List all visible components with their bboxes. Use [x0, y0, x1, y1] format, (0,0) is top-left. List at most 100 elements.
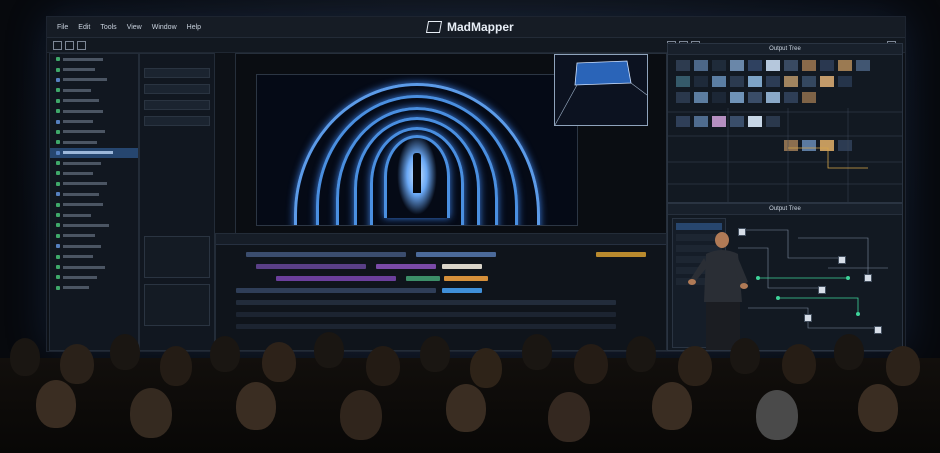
layer-icon	[56, 57, 60, 62]
tree-row[interactable]	[50, 54, 138, 64]
tree-row[interactable]	[50, 220, 138, 230]
app-title: MadMapper	[425, 20, 514, 34]
layer-icon	[56, 192, 60, 197]
app-title-text: MadMapper	[447, 20, 514, 34]
tree-row[interactable]	[50, 96, 138, 106]
preview-canvas[interactable]	[235, 53, 667, 255]
audience-head	[36, 380, 76, 428]
audience-head	[782, 344, 816, 384]
timeline-clip[interactable]	[406, 276, 440, 281]
audience-head	[886, 346, 920, 386]
audience-head	[10, 338, 40, 376]
timeline-header	[216, 234, 666, 245]
tree-row-selected[interactable]	[50, 147, 138, 158]
tool-move-icon[interactable]	[65, 41, 74, 50]
layer-icon	[56, 244, 60, 249]
menu-file[interactable]: File	[57, 24, 68, 31]
layer-icon	[56, 223, 60, 228]
tree-row[interactable]	[50, 106, 138, 116]
menu-tools[interactable]: Tools	[100, 24, 116, 31]
menu-bar: File Edit Tools View Window Help MadMapp…	[47, 17, 905, 38]
inspector-properties	[144, 236, 210, 278]
tree-row[interactable]	[50, 199, 138, 209]
layer-icon	[56, 213, 60, 218]
layer-icon	[56, 181, 60, 186]
tree-row[interactable]	[50, 127, 138, 137]
audience-head	[210, 336, 240, 372]
menu-help[interactable]: Help	[187, 24, 201, 31]
layer-icon	[56, 161, 60, 166]
graph-node[interactable]	[838, 256, 846, 264]
layer-icon	[56, 67, 60, 72]
inspector-field[interactable]	[144, 68, 210, 78]
timeline-clip[interactable]	[442, 264, 482, 269]
audience-head	[160, 346, 192, 386]
tunnel-video	[256, 74, 578, 226]
tree-row[interactable]	[50, 210, 138, 220]
tree-row[interactable]	[50, 179, 138, 189]
tree-row[interactable]	[50, 85, 138, 95]
graph-port[interactable]	[756, 276, 760, 280]
tree-row[interactable]	[50, 283, 138, 293]
graph-port[interactable]	[856, 312, 860, 316]
graph-node[interactable]	[864, 274, 872, 282]
tool-rotate-icon[interactable]	[77, 41, 86, 50]
timeline-clip[interactable]	[596, 252, 646, 257]
tree-row[interactable]	[50, 241, 138, 251]
output-panel-top: Output Tree	[667, 43, 903, 203]
tree-row[interactable]	[50, 251, 138, 261]
logo-icon	[425, 21, 443, 33]
layer-icon	[56, 202, 60, 207]
audience-head	[834, 334, 864, 370]
layer-icon	[56, 88, 60, 93]
menu-edit[interactable]: Edit	[78, 24, 90, 31]
graph-port[interactable]	[776, 296, 780, 300]
layer-icon	[56, 140, 60, 145]
layer-icon	[56, 119, 60, 124]
timeline-clip[interactable]	[376, 264, 436, 269]
graph-port[interactable]	[846, 276, 850, 280]
menu-window[interactable]: Window	[152, 24, 177, 31]
layer-icon	[56, 98, 60, 103]
timeline-clip[interactable]	[246, 252, 406, 257]
output-grid-lines	[668, 108, 902, 202]
tree-row[interactable]	[50, 75, 138, 85]
graph-node[interactable]	[818, 286, 826, 294]
timeline-clip[interactable]	[236, 288, 436, 293]
audience-head	[110, 334, 140, 370]
layer-icon	[56, 275, 60, 280]
tree-row[interactable]	[50, 158, 138, 168]
tool-select-icon[interactable]	[53, 41, 62, 50]
timeline-clip[interactable]	[276, 276, 396, 281]
inspector-field[interactable]	[144, 84, 210, 94]
tree-row[interactable]	[50, 168, 138, 178]
tree-row[interactable]	[50, 137, 138, 147]
tree-row[interactable]	[50, 189, 138, 199]
inspector-field[interactable]	[144, 116, 210, 126]
tree-row[interactable]	[50, 64, 138, 74]
inspector-field[interactable]	[144, 100, 210, 110]
menu-view[interactable]: View	[127, 24, 142, 31]
layer-icon	[56, 109, 60, 114]
audience-head	[130, 388, 172, 438]
timeline-clip[interactable]	[444, 276, 488, 281]
audience-head	[574, 344, 608, 384]
tree-row[interactable]	[50, 262, 138, 272]
layer-icon	[56, 129, 60, 134]
audience-head	[756, 390, 798, 440]
layer-icon	[56, 254, 60, 259]
tree-row[interactable]	[50, 272, 138, 282]
tree-row[interactable]	[50, 231, 138, 241]
inspector-panel	[139, 53, 215, 351]
audience-head	[730, 338, 760, 374]
mapping-inset[interactable]	[554, 54, 648, 126]
audience-head	[236, 382, 276, 430]
timeline-clip[interactable]	[236, 300, 616, 305]
timeline-clip[interactable]	[236, 312, 616, 317]
timeline-clip[interactable]	[442, 288, 482, 293]
tree-row[interactable]	[50, 116, 138, 126]
layer-icon	[56, 171, 60, 176]
timeline-clip[interactable]	[416, 252, 496, 257]
layer-icon	[56, 285, 60, 290]
timeline-clip[interactable]	[256, 264, 366, 269]
